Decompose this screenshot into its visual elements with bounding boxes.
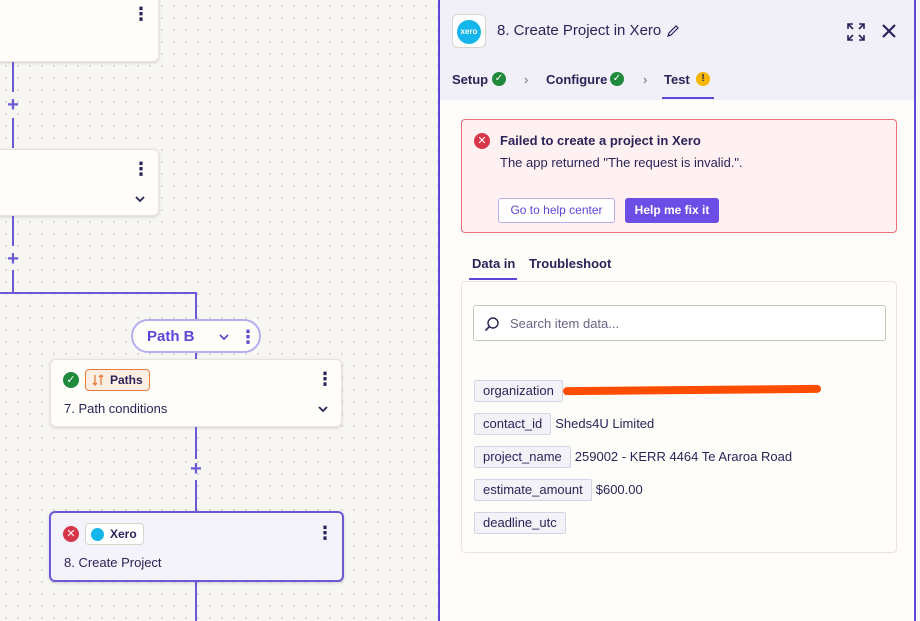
xero-app-logo: xero — [452, 14, 486, 48]
chevron-down-icon[interactable] — [133, 192, 147, 206]
connector-line — [12, 118, 14, 148]
field-value: Sheds4U Limited — [555, 416, 655, 431]
connector-line — [12, 216, 14, 246]
search-input[interactable]: Search item data... — [473, 305, 886, 341]
field-deadline-utc: deadline_utc — [474, 512, 570, 534]
field-key: organization — [474, 380, 563, 402]
app-badge-label: Paths — [110, 373, 143, 387]
connector-line — [195, 582, 197, 621]
kebab-icon[interactable]: ⋮ — [316, 524, 334, 542]
subtab-troubleshoot[interactable]: Troubleshoot — [529, 256, 611, 271]
workflow-canvas[interactable]: ⋮ + ⋮ + Path B ⋮ ✓ Paths ⋮ 7. Path condi… — [0, 0, 438, 621]
warning-icon: ! — [696, 72, 710, 86]
branch-line — [0, 292, 197, 294]
connector-line — [195, 427, 197, 459]
step-card-middle[interactable]: ⋮ — [0, 149, 159, 216]
step-title-text: 8. Create Project — [64, 555, 162, 570]
error-title: Failed to create a project in Xero — [500, 133, 701, 148]
field-value: $600.00 — [595, 482, 643, 497]
chevron-right-icon: › — [524, 72, 529, 87]
active-subtab-indicator — [469, 278, 517, 280]
tab-label: Configure — [546, 72, 608, 87]
plus-icon[interactable]: + — [5, 95, 21, 115]
error-message: The app returned "The request is invalid… — [500, 155, 743, 170]
plus-icon[interactable]: + — [5, 249, 21, 269]
pencil-icon[interactable] — [666, 24, 680, 38]
field-contact-id: contact_id Sheds4U Limited — [474, 413, 654, 435]
field-estimate-amount: estimate_amount $600.00 — [474, 479, 643, 501]
help-center-button[interactable]: Go to help center — [498, 198, 615, 223]
plus-icon[interactable]: + — [188, 459, 204, 479]
tab-label: Setup — [452, 72, 489, 87]
active-tab-indicator — [662, 97, 714, 99]
kebab-icon[interactable]: ⋮ — [316, 370, 334, 388]
step-tabs: Setup ✓ › Configure ✓ › Test ! — [440, 60, 914, 100]
connector-line — [12, 270, 14, 293]
field-organization: organization — [474, 380, 567, 402]
path-label: Path B — [147, 328, 195, 345]
expand-icon[interactable] — [846, 22, 866, 42]
chevron-down-icon[interactable] — [316, 402, 330, 416]
error-alert: ✕ Failed to create a project in Xero The… — [461, 119, 897, 233]
field-key: project_name — [474, 446, 571, 468]
chevron-right-icon: › — [643, 72, 648, 87]
connector-line — [195, 480, 197, 512]
step-title: 8. Create Project — [64, 555, 162, 570]
step-detail-panel: xero 8. Create Project in Xero Setup ✓ ›… — [438, 0, 916, 621]
search-icon — [484, 317, 499, 332]
step-title-text: 7. Path conditions — [64, 401, 168, 416]
search-placeholder: Search item data... — [510, 316, 620, 331]
field-key: contact_id — [474, 413, 552, 435]
app-badge-xero: Xero — [85, 523, 144, 545]
help-me-fix-button[interactable]: Help me fix it — [625, 198, 719, 223]
success-check-icon: ✓ — [610, 72, 624, 86]
field-project-name: project_name 259002 - KERR 4464 Te Araroa… — [474, 446, 792, 468]
step-card-create-project[interactable]: ✕ Xero ⋮ 8. Create Project — [49, 511, 344, 582]
step-card-path-conditions[interactable]: ✓ Paths ⋮ 7. Path conditions — [50, 359, 342, 427]
app-badge-paths: Paths — [85, 369, 150, 391]
kebab-icon[interactable]: ⋮ — [132, 5, 150, 23]
panel-title: 8. Create Project in Xero — [497, 22, 662, 39]
data-in-panel: Search item data... organization contact… — [461, 281, 897, 553]
connector-line — [12, 62, 14, 92]
kebab-icon[interactable]: ⋮ — [239, 327, 257, 347]
close-icon[interactable] — [880, 22, 898, 40]
chevron-down-icon[interactable] — [218, 331, 230, 343]
tab-test[interactable]: Test — [664, 72, 690, 87]
kebab-icon[interactable]: ⋮ — [132, 160, 150, 178]
subtab-data-in[interactable]: Data in — [472, 256, 515, 271]
xero-icon — [91, 528, 104, 541]
success-check-icon: ✓ — [492, 72, 506, 86]
tab-configure[interactable]: Configure — [546, 72, 607, 87]
tab-setup[interactable]: Setup — [452, 72, 488, 87]
connector-line — [195, 292, 197, 320]
step-card-top[interactable]: ⋮ — [0, 0, 159, 62]
field-value: 259002 - KERR 4464 Te Araroa Road — [574, 449, 793, 464]
app-badge-label: Xero — [110, 527, 137, 541]
field-key: estimate_amount — [474, 479, 592, 501]
paths-icon — [92, 374, 104, 386]
panel-header: xero 8. Create Project in Xero — [440, 0, 914, 60]
path-selector[interactable]: Path B ⋮ — [131, 319, 261, 353]
xero-logo-mark: xero — [457, 20, 481, 44]
error-icon: ✕ — [474, 133, 490, 149]
error-status-icon: ✕ — [63, 526, 79, 542]
step-title: 7. Path conditions — [64, 401, 167, 416]
success-status-icon: ✓ — [63, 372, 79, 388]
field-key: deadline_utc — [474, 512, 566, 534]
tab-label: Test — [664, 72, 690, 87]
